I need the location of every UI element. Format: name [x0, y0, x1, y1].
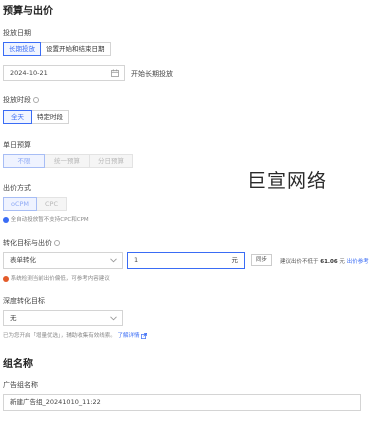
schedule-option-long-term[interactable]: 长期投放	[3, 42, 41, 56]
group-name-value: 新建广告组_20241010_11:22	[10, 398, 101, 406]
conversion-label: 转化目标与出价	[3, 239, 52, 247]
budget-section-title: 预算与出价	[3, 6, 53, 17]
schedule-segmented: 长期投放 设置开始和结束日期	[3, 42, 111, 56]
time-slot-label-row: 投放时段	[3, 95, 40, 105]
suggested-bid-prefix: 建议出价不低于	[280, 259, 319, 265]
time-slot-label: 投放时段	[3, 96, 31, 104]
chevron-down-icon	[110, 316, 117, 321]
suggested-bid-unit: 元	[339, 259, 345, 265]
time-slot-option-specific[interactable]: 特定时段	[32, 110, 69, 124]
deep-conversion-label: 深度转化目标	[3, 297, 45, 305]
time-slot-segmented: 全天 特定时段	[3, 110, 69, 124]
group-name-input[interactable]: 新建广告组_20241010_11:22	[3, 394, 361, 411]
bid-method-note-row: 全自动投放暂不支持CPC和CPM	[3, 215, 89, 223]
time-slot-option-all-day[interactable]: 全天	[3, 110, 32, 124]
external-link-icon[interactable]	[141, 332, 148, 339]
start-date-input[interactable]: 2024-10-21	[3, 65, 125, 81]
conversion-warning-row: 系统检测当前出价偏低，可参考内容建议	[3, 274, 110, 282]
help-icon[interactable]	[54, 240, 61, 246]
warning-icon	[3, 275, 9, 282]
bid-method-segmented: oCPM CPC	[3, 197, 67, 211]
conversion-label-row: 转化目标与出价	[3, 238, 61, 248]
schedule-label: 投放日期	[3, 29, 31, 37]
deep-conversion-note: 已为您开启「增量优选」，辅助收集有效线索。	[3, 333, 116, 339]
bid-method-option-ocpm[interactable]: oCPM	[3, 197, 37, 211]
chevron-down-icon	[110, 258, 117, 263]
bid-method-option-cpc[interactable]: CPC	[37, 197, 67, 211]
group-name-label: 广告组名称	[3, 381, 38, 389]
date-suffix-text: 开始长期投放	[131, 70, 173, 78]
suggested-bid-value: 61.06	[320, 259, 338, 265]
help-icon[interactable]	[33, 97, 40, 103]
bid-amount-unit: 元	[231, 256, 239, 264]
unit-budget-option-daily[interactable]: 分日预算	[90, 154, 133, 168]
bid-reference-link[interactable]: 出价参考	[347, 259, 369, 265]
calendar-icon	[111, 69, 119, 77]
unit-budget-segmented: 不限 统一预算 分日预算	[3, 154, 133, 168]
deep-conversion-value: 无	[10, 314, 17, 322]
learn-more-link[interactable]: 了解详情	[118, 333, 140, 339]
info-icon	[3, 216, 9, 223]
watermark-text: 巨宣网络	[247, 170, 328, 192]
deep-conversion-note-row: 已为您开启「增量优选」，辅助收集有效线索。 了解详情	[3, 331, 148, 339]
bid-amount-value: 1	[134, 256, 139, 264]
sync-bid-button[interactable]: 同步	[251, 254, 273, 266]
bid-method-note: 全自动投放暂不支持CPC和CPM	[10, 217, 89, 223]
schedule-option-date-range[interactable]: 设置开始和结束日期	[41, 42, 111, 56]
conversion-warning-text: 系统检测当前出价偏低，可参考内容建议	[10, 276, 110, 282]
conversion-goal-select[interactable]: 表单转化	[3, 252, 123, 269]
bid-amount-input[interactable]: 1 元	[127, 252, 245, 269]
group-section-title: 组名称	[3, 359, 33, 370]
suggested-bid-row: 建议出价不低于 61.06 元 出价参考	[280, 257, 369, 265]
start-date-value: 2024-10-21	[10, 69, 48, 77]
conversion-goal-value: 表单转化	[10, 256, 36, 264]
deep-conversion-select[interactable]: 无	[3, 310, 123, 326]
unit-budget-option-unlimited[interactable]: 不限	[3, 154, 45, 168]
bid-method-label: 出价方式	[3, 184, 31, 192]
unit-budget-label: 单日预算	[3, 141, 31, 149]
unit-budget-option-unified[interactable]: 统一预算	[45, 154, 90, 168]
